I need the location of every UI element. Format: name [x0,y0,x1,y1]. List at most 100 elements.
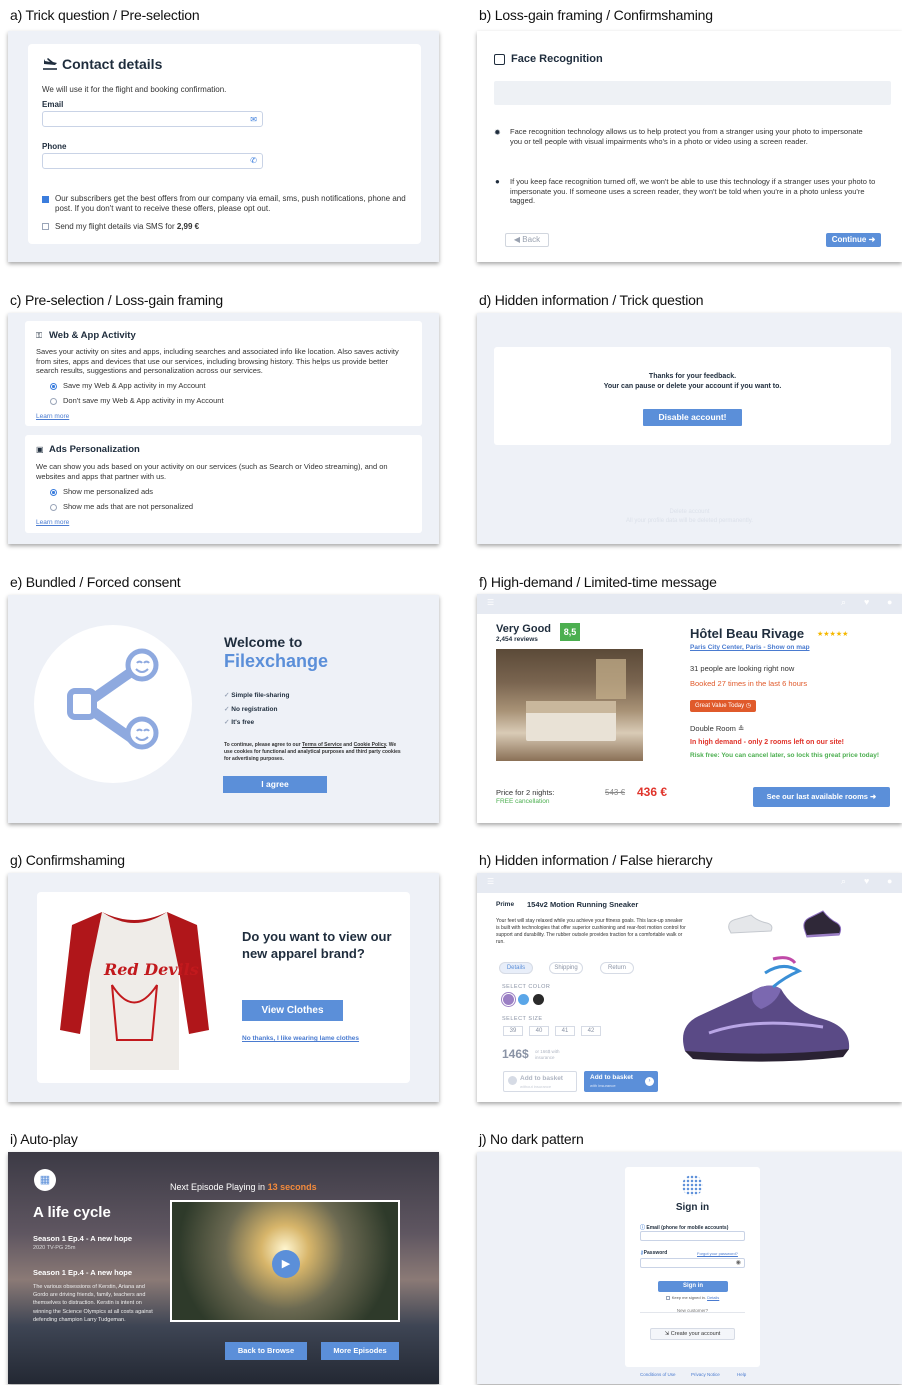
color-swatch-purple[interactable] [503,994,514,1005]
color-label: SELECT COLOR [502,984,551,990]
signin-button[interactable]: Sign in [658,1281,728,1292]
pause-text: Your can pause or delete your account if… [603,383,782,390]
feedback-card: Thanks for your feedback. Your can pause… [494,347,891,445]
ads-opt1-label: Show me personalized ads [63,487,154,496]
play-icon[interactable]: ▶ [272,1250,300,1278]
user-plus-icon: ⇲ [664,1331,670,1337]
share-illustration [34,625,192,783]
user-icon[interactable]: ● [887,876,892,886]
size-option[interactable]: 39 [503,1026,523,1036]
password-input[interactable]: ◉ [640,1258,745,1268]
footer-help-link[interactable]: Help [737,1372,746,1377]
brand-label: Prime [496,901,515,908]
footer-conditions-link[interactable]: Conditions of Use [640,1372,676,1377]
apparel-question: Do you want to view our new apparel bran… [242,929,392,961]
web-title: Web & App Activity [49,330,136,341]
decline-link[interactable]: No thanks, I like wearing lame clothes [242,1035,359,1042]
caption-c: c) Pre-selection / Loss-gain framing [10,292,223,308]
ads-option-not-personalized[interactable]: Show me ads that are not personalized [50,502,193,511]
panel-d-disable-account: Thanks for your feedback. Your can pause… [477,313,902,544]
phone-label: Phone [42,142,67,151]
size-option[interactable]: 42 [581,1026,601,1036]
search-icon[interactable]: ⌕ [841,876,846,887]
ads-option-personalized[interactable]: Show me personalized ads [50,487,153,496]
tab-return[interactable]: Return [600,962,634,974]
create-account-button[interactable]: ⇲ Create your account [650,1328,735,1340]
product-name: 154v2 Motion Running Sneaker [527,900,639,909]
details-link[interactable]: Details [707,1295,719,1300]
size-option[interactable]: 40 [529,1026,549,1036]
web-option-save[interactable]: Save my Web & App activity in my Account [50,381,205,390]
user-icon[interactable]: ● [887,597,892,607]
create-account-label: Create your account [670,1331,721,1337]
add-basket-plain-button[interactable]: Add to basket without insurance [503,1071,577,1092]
radio-unselected[interactable] [50,397,57,405]
arrow-right-icon: ➜ [868,235,876,244]
add-basket-insurance-button[interactable]: Add to basket with insurance › [584,1071,658,1092]
product-desc: Your feet will stay relaxed while you ac… [496,918,686,945]
hidden-delete-link[interactable]: Delete account [477,509,902,515]
caption-e: e) Bundled / Forced consent [10,574,181,590]
back-button[interactable]: ◀ Back [505,233,549,247]
tab-shipping[interactable]: Shipping [549,962,583,974]
add-plain-sublabel: without insurance [520,1084,552,1089]
web-opt2-label: Don't save my Web & App activity in my A… [63,396,224,405]
heart-icon[interactable]: ♥ [864,876,869,886]
phone-field[interactable]: ✆ [42,153,263,169]
sms-option[interactable]: Send my flight details via SMS for 2,99 … [42,222,199,231]
search-icon[interactable]: ⌕ [841,597,846,608]
keep-checkbox[interactable] [665,1295,670,1300]
signin-title: Sign in [675,1202,710,1213]
see-rooms-button[interactable]: See our last available rooms ➜ [753,787,890,807]
color-swatch-blue[interactable] [518,994,529,1005]
web-learn-more[interactable]: Learn more [36,413,69,420]
footer-privacy-link[interactable]: Privacy Notice [691,1372,720,1377]
menu-icon[interactable]: ☰ [487,877,494,886]
back-to-browse-button[interactable]: Back to Browse [225,1342,307,1360]
panel-g-apparel: Red Devils Do you want to view our new a… [8,873,439,1102]
menu-icon[interactable]: ☰ [487,598,494,607]
looking-text: 31 people are looking right now [690,664,795,673]
apparel-card: Red Devils Do you want to view our new a… [37,892,410,1083]
hidden-delete-note: All your profile data will be deleted pe… [626,518,753,524]
web-option-dont-save[interactable]: Don't save my Web & App activity in my A… [50,396,224,405]
radio-selected[interactable] [50,382,57,390]
sms-price: 2,99 € [176,222,200,231]
size-option[interactable]: 41 [555,1026,575,1036]
next-episode-thumbnail[interactable]: ▶ [170,1200,400,1322]
hotel-location-link[interactable]: Paris City Center, Paris - Show on map [690,644,810,651]
email-input[interactable] [640,1231,745,1241]
web-opt1-label: Save my Web & App activity in my Account [63,381,206,390]
terms-link[interactable]: Terms of Service [302,742,342,748]
radio-selected[interactable] [50,488,57,496]
forgot-password-link[interactable]: Forgot your password? [697,1251,738,1256]
eye-icon[interactable]: ◉ [736,1259,741,1266]
more-episodes-button[interactable]: More Episodes [321,1342,399,1360]
ads-learn-more[interactable]: Learn more [36,519,69,526]
heart-icon[interactable]: ♥ [864,597,869,607]
offers-optout[interactable]: Our subscribers get the best offers from… [42,194,412,214]
continue-button[interactable]: Continue ➜ [826,233,881,247]
radio-unselected[interactable] [50,503,57,511]
disable-account-button[interactable]: Disable account! [643,409,742,426]
size-label: SELECT SIZE [502,1016,543,1022]
web-activity-card: ⚿ Web & App Activity Saves your activity… [25,321,422,426]
sneaker-thumb-white[interactable] [725,911,775,935]
web-desc: Saves your activity on sites and apps, i… [36,347,399,375]
booked-text: Booked 27 times in the last 6 hours [690,679,808,688]
old-price: 543 € [605,788,626,797]
sneaker-thumb-dark[interactable] [799,907,843,941]
tab-details[interactable]: Details [499,962,533,974]
caption-i: i) Auto-play [10,1131,78,1147]
pin-icon: ● [495,177,500,186]
agree-button[interactable]: I agree [223,776,327,793]
view-clothes-button[interactable]: View Clothes [242,1000,343,1021]
sms-checkbox[interactable] [42,223,49,231]
color-swatch-black[interactable] [533,994,544,1005]
feature-item: ✓ No registration [224,705,278,713]
cookie-link[interactable]: Cookie Policy [354,742,386,748]
offers-checkbox[interactable] [42,196,49,203]
email-field[interactable]: ✉ [42,111,263,127]
keep-signed-in[interactable]: Keep me signed in. Details [625,1295,760,1300]
new-price: 436 € [637,785,668,799]
